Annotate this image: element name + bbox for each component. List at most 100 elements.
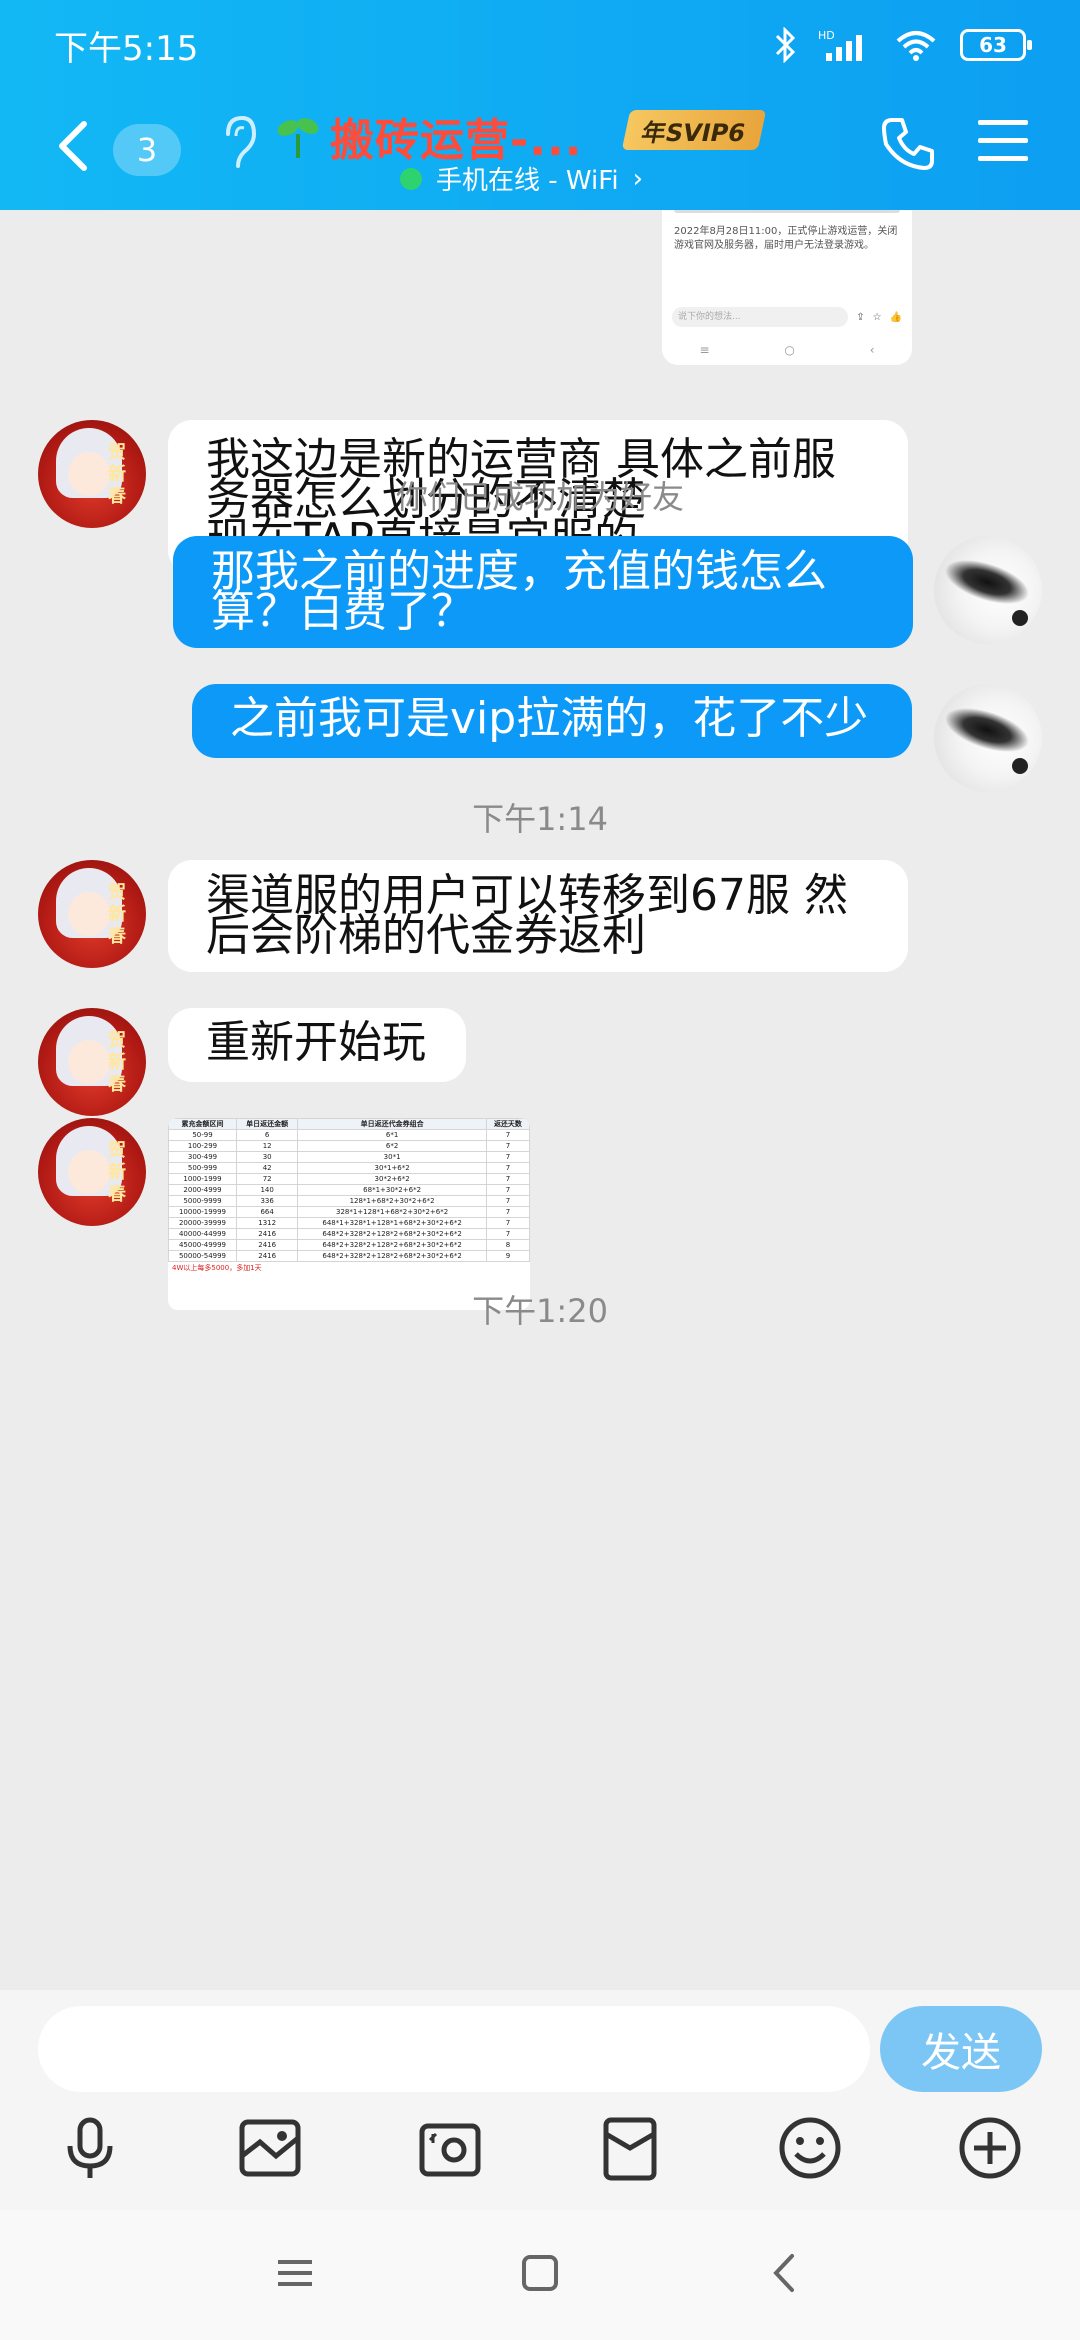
message-list[interactable]: 2022年8月28日11:00，正式停止游戏运营，关闭游戏官网及服务器，届时用户… — [0, 210, 1080, 1990]
message-input[interactable] — [38, 2006, 870, 2092]
table-cell: 7 — [485, 1184, 530, 1196]
home-icon[interactable] — [515, 2248, 565, 2298]
table-header-cell: 累充金额区间 — [168, 1118, 237, 1130]
table-header-cell: 返还天数 — [485, 1118, 530, 1130]
message-bubble-outgoing[interactable]: 那我之前的进度，充值的钱怎么 算？白费了？ — [173, 536, 913, 648]
system-notice: 你们已成功加为好友 — [395, 478, 684, 516]
table-cell: 2416 — [235, 1228, 299, 1240]
chat-title-area[interactable]: 搬砖运营-... — [276, 104, 582, 168]
svg-text:HD: HD — [818, 29, 835, 42]
table-cell: 30*1+6*2 — [297, 1162, 487, 1174]
table-cell: 20000-39999 — [168, 1217, 237, 1229]
table-row: 50-99 6 6*1 7 — [168, 1129, 530, 1141]
recent-apps-icon[interactable] — [270, 2248, 320, 2298]
table-cell: 7 — [485, 1162, 530, 1174]
table-row: 2000-4999 140 68*1+30*2+6*2 7 — [168, 1184, 530, 1196]
contact-avatar[interactable]: 贺新春 — [38, 1118, 146, 1226]
image-text-line — [674, 210, 900, 213]
table-cell: 42 — [235, 1162, 299, 1174]
table-cell: 30*2+6*2 — [297, 1173, 487, 1185]
table-cell: 7 — [485, 1206, 530, 1218]
table-cell: 9 — [485, 1250, 530, 1262]
nav-bar: 3 搬砖运营-... 年SVIP6 手机在线 - WiFi › — [0, 100, 1080, 200]
table-cell: 6*1 — [297, 1129, 487, 1141]
message-bubble-incoming[interactable]: 渠道服的用户可以转移到67服 然 后会阶梯的代金券返利 — [168, 860, 908, 972]
plus-icon[interactable] — [954, 2112, 1026, 2184]
image-text: 2022年8月28日11:00，正式停止游戏运营，关闭游戏官网及服务器，届时用户… — [674, 226, 898, 251]
wifi-icon — [896, 31, 936, 61]
menu-icon[interactable] — [976, 116, 1030, 166]
table-cell: 648*2+328*2+128*2+68*2+30*2+6*2 — [297, 1250, 487, 1262]
table-cell: 664 — [235, 1206, 299, 1218]
svip-badge[interactable]: 年SVIP6 — [621, 110, 767, 150]
table-cell: 7 — [485, 1151, 530, 1163]
table-row: 40000-44999 2416 648*2+328*2+128*2+68*2+30… — [168, 1228, 530, 1240]
timestamp: 下午1:14 — [472, 800, 608, 838]
message-bubble-outgoing[interactable]: 之前我可是vip拉满的，花了不少 — [192, 684, 912, 758]
avatar-stamp-text: 贺新春 — [108, 1030, 126, 1095]
emoji-icon[interactable] — [774, 2112, 846, 2184]
rebate-table-image[interactable]: 累充金额区间 单日返还金额 单日返还代金券组合 返还天数 50-99 6 6*1 7 100-… — [168, 1118, 530, 1310]
signal-icon: HD — [818, 29, 862, 61]
online-status[interactable]: 手机在线 - WiFi › — [400, 160, 643, 197]
my-avatar[interactable] — [934, 684, 1042, 792]
table-row: 500-999 42 30*1+6*2 7 — [168, 1162, 530, 1174]
sprout-icon — [277, 118, 319, 158]
table-cell: 10000-19999 — [168, 1206, 237, 1218]
table-cell: 7 — [485, 1140, 530, 1152]
message-text: 后会阶梯的代金券返利 — [206, 910, 646, 961]
table-cell: 68*1+30*2+6*2 — [297, 1184, 487, 1196]
back-icon[interactable] — [52, 118, 96, 174]
table-row: 300-499 30 30*1 7 — [168, 1151, 530, 1163]
table-cell: 7 — [485, 1195, 530, 1207]
contact-avatar[interactable]: 贺新春 — [38, 860, 146, 968]
send-button[interactable]: 发送 — [880, 2006, 1042, 2092]
table-cell: 500-999 — [168, 1162, 237, 1174]
table-cell: 12 — [235, 1140, 299, 1152]
table-cell: 30*1 — [297, 1151, 487, 1163]
my-avatar[interactable] — [934, 536, 1042, 644]
table-cell: 50-99 — [168, 1129, 237, 1141]
star-icon: ☆ — [872, 311, 882, 323]
unread-count-badge[interactable]: 3 — [113, 124, 181, 176]
online-status-text: 手机在线 - WiFi — [436, 166, 619, 196]
chat-header: 下午5:15 HD 63 3 搬砖运营-... 年SVIP6 手机在线 - Wi… — [0, 0, 1080, 210]
table-cell: 45000-49999 — [168, 1239, 237, 1251]
message-bubble-incoming[interactable]: 重新开始玩 — [168, 1008, 466, 1082]
table-cell: 8 — [485, 1239, 530, 1251]
table-row: 50000-54999 2416 648*2+328*2+128*2+68*2+30… — [168, 1250, 530, 1262]
photo-icon[interactable] — [234, 2112, 306, 2184]
table-cell: 50000-54999 — [168, 1250, 237, 1262]
shared-screenshot-image[interactable]: 2022年8月28日11:00，正式停止游戏运营，关闭游戏官网及服务器，届时用户… — [662, 210, 912, 365]
table-row: 1000-1999 72 30*2+6*2 7 — [168, 1173, 530, 1185]
table-cell: 2000-4999 — [168, 1184, 237, 1196]
voice-icon[interactable] — [54, 2112, 126, 2184]
chevron-right-icon: › — [632, 163, 643, 194]
image-comment-input: 说下你的想法... — [672, 307, 849, 327]
system-nav-bar — [0, 2210, 1080, 2340]
share-icon: ⇪ — [856, 311, 865, 323]
table-cell: 648*1+328*1+128*1+68*2+30*2+6*2 — [297, 1217, 487, 1229]
composer: 发送 — [0, 1990, 1080, 2210]
table-cell: 300-499 — [168, 1151, 237, 1163]
timestamp: 下午1:20 — [472, 1292, 608, 1330]
table-cell: 648*2+328*2+128*2+68*2+30*2+6*2 — [297, 1228, 487, 1240]
status-bar: 下午5:15 HD 63 — [54, 22, 1032, 69]
avatar-stamp-text: 贺新春 — [108, 1140, 126, 1205]
status-time: 下午5:15 — [54, 28, 199, 69]
ear-icon — [226, 115, 257, 168]
contact-avatar[interactable]: 贺新春 — [38, 1008, 146, 1116]
camera-icon[interactable] — [414, 2112, 486, 2184]
nav-back-icon: ‹ — [869, 343, 875, 357]
bluetooth-icon — [775, 27, 796, 63]
image-nav-bar: ≡ ○ ‹ — [662, 343, 912, 357]
message-text: 算？白费了？ — [211, 586, 475, 637]
table-cell: 648*2+328*2+128*2+68*2+30*2+6*2 — [297, 1239, 487, 1251]
table-cell: 7 — [485, 1228, 530, 1240]
thumb-up-icon: 👍 — [889, 311, 902, 323]
red-packet-icon[interactable] — [594, 2112, 666, 2184]
back-nav-icon[interactable] — [760, 2248, 810, 2298]
table-header-cell: 单日返还金额 — [235, 1118, 299, 1130]
phone-call-icon[interactable] — [878, 114, 938, 174]
table-cell: 100-299 — [168, 1140, 237, 1152]
